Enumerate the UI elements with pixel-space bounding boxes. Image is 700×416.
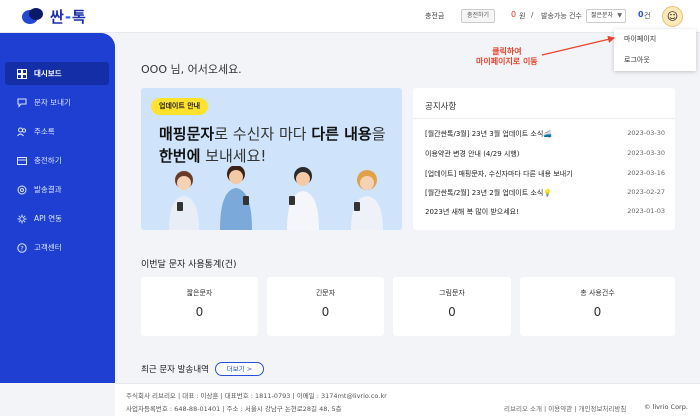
sidebar-item-label: 주소록 bbox=[34, 127, 55, 136]
message-type-value: 짧은문자 bbox=[591, 12, 614, 19]
sidebar-item-label: API 연동 bbox=[34, 214, 63, 223]
menu-item-logout[interactable]: 로그아웃 bbox=[614, 50, 696, 71]
stat-card-label: 짧은문자 bbox=[186, 289, 213, 297]
notice-item-date: 2023-03-30 bbox=[627, 149, 665, 157]
sidebar-item-label: 충전하기 bbox=[34, 156, 62, 165]
balance-unit: 원 bbox=[519, 12, 526, 20]
divider bbox=[413, 118, 675, 119]
stat-card-total: 총 사용건수 0 bbox=[520, 277, 675, 336]
charge-label: 충전금 bbox=[425, 12, 445, 20]
card-icon bbox=[17, 156, 27, 166]
caret-down-icon: ▼ bbox=[617, 12, 622, 19]
separator: / bbox=[531, 11, 534, 19]
more-button[interactable]: 더보기 > bbox=[215, 362, 264, 376]
footer: 주식회사 리브리오 | 대표 : 이상훈 | 대표번호 : 1811-0793 … bbox=[115, 383, 700, 416]
sidebar-item-label: 발송결과 bbox=[34, 185, 62, 194]
help-icon: ? bbox=[17, 242, 27, 253]
logo-dash: - bbox=[64, 8, 73, 26]
logo[interactable]: 싼-톡 bbox=[20, 6, 87, 27]
sidebar-item-send-message[interactable]: 문자 보내기 bbox=[5, 91, 109, 114]
stat-card-label: 총 사용건수 bbox=[580, 289, 615, 297]
sidebar-item-charge[interactable]: 충전하기 bbox=[5, 149, 109, 172]
sendable-label: 발송가능 건수 bbox=[541, 12, 582, 20]
notice-panel: 공지사항 [월간싼톡/3월] 23년 3월 업데이트 소식🚄 2023-03-3… bbox=[413, 88, 675, 230]
banner-people-illustration bbox=[169, 166, 383, 230]
stat-card-value: 0 bbox=[195, 305, 204, 319]
stat-card-mms: 그림문자 0 bbox=[393, 277, 511, 336]
contacts-icon bbox=[17, 127, 27, 137]
footer-copyright: © livrio Corp. bbox=[644, 403, 688, 411]
smiley-icon: ☺ bbox=[666, 10, 679, 23]
sendable-count: 0 bbox=[638, 10, 644, 19]
logo-chat-icon bbox=[20, 7, 46, 27]
sidebar-item-label: 대시보드 bbox=[34, 69, 62, 78]
callout-line2: 마이페이지로 이동 bbox=[476, 57, 538, 66]
callout-line1: 클릭하여 bbox=[492, 47, 522, 56]
banner-headline-text1: 로 수신자 마다 bbox=[214, 125, 312, 143]
logo-text-part2: 톡 bbox=[72, 8, 87, 26]
banner-headline-text3: 보내세요! bbox=[200, 147, 267, 165]
notice-title: 공지사항 bbox=[425, 102, 457, 112]
logo-text-part1: 싼 bbox=[50, 8, 65, 26]
notice-item-title: [업데이트] 매핑문자, 수신자마다 다른 내용 보내기 bbox=[425, 170, 573, 178]
charge-button[interactable]: 충전하기 bbox=[461, 9, 496, 23]
logo-text: 싼-톡 bbox=[50, 6, 87, 27]
footer-company-info: 주식회사 리브리오 | 대표 : 이상훈 | 대표번호 : 1811-0793 … bbox=[126, 392, 387, 400]
recent-history-title: 최근 문자 발송내역 bbox=[141, 365, 209, 375]
stat-card-label: 그림문자 bbox=[439, 289, 465, 297]
notice-item-title: 이용약관 변경 안내 (4/29 시행) bbox=[425, 150, 520, 158]
banner-headline: 매핑문자로 수신자 마다 다른 내용을 한번에 보내세요! bbox=[159, 123, 386, 167]
stat-card-value: 0 bbox=[448, 305, 456, 319]
greeting-text: OOO 님, 어서오세요. bbox=[141, 63, 242, 76]
sidebar-item-send-result[interactable]: 발송결과 bbox=[5, 178, 109, 201]
menu-item-mypage[interactable]: 마이페이지 bbox=[614, 29, 696, 50]
sidebar-item-label: 고객센터 bbox=[34, 243, 62, 252]
user-dropdown-menu: 마이페이지 로그아웃 bbox=[614, 29, 696, 71]
footer-links[interactable]: 리브리오 소개 | 이용약관 | 개인정보처리방침 bbox=[504, 403, 626, 413]
sidebar-item-support[interactable]: ? 고객센터 bbox=[5, 236, 109, 259]
banner-headline-bold1: 매핑문자 bbox=[159, 125, 215, 143]
sidebar-item-contacts[interactable]: 주소록 bbox=[5, 120, 109, 143]
stat-card-value: 0 bbox=[321, 305, 330, 319]
notice-item-date: 2023-01-03 bbox=[627, 207, 665, 215]
notice-item-date: 2023-03-30 bbox=[627, 129, 665, 137]
chat-icon bbox=[17, 98, 27, 108]
notice-item-title: [월간싼톡/2월] 23년 2월 업데이트 소식💡 bbox=[425, 189, 552, 197]
avatar[interactable]: ☺ bbox=[662, 6, 683, 27]
annotation-callout: 클릭하여 마이페이지로 이동 bbox=[476, 47, 538, 67]
stats-title: 이번달 문자 사용통계(건) bbox=[141, 260, 237, 270]
notice-item[interactable]: [월간싼톡/2월] 23년 2월 업데이트 소식💡 2023-02-27 bbox=[425, 188, 665, 198]
sidebar: 대시보드 문자 보내기 주소록 충전하기 발송결과 API 연동 ? 고객센터 bbox=[0, 33, 115, 383]
message-type-select[interactable]: 짧은문자 ▼ bbox=[586, 9, 626, 23]
dashboard-icon bbox=[17, 68, 27, 79]
notice-item-date: 2023-03-16 bbox=[627, 169, 665, 177]
banner-headline-bold3: 한번에 bbox=[159, 147, 201, 165]
sidebar-item-dashboard[interactable]: 대시보드 bbox=[5, 62, 109, 85]
banner-headline-text2: 을 bbox=[371, 125, 386, 143]
notice-item-title: [월간싼톡/3월] 23년 3월 업데이트 소식🚄 bbox=[425, 130, 552, 138]
result-icon bbox=[17, 185, 27, 195]
update-banner[interactable]: 업데이트 안내 매핑문자로 수신자 마다 다른 내용을 한번에 보내세요! bbox=[141, 88, 402, 230]
stat-card-value: 0 bbox=[593, 305, 602, 319]
notice-item-title: 2023년 새해 복 많이 받으세요! bbox=[425, 208, 519, 216]
banner-badge: 업데이트 안내 bbox=[151, 98, 209, 115]
stat-card-label: 긴문자 bbox=[315, 289, 336, 297]
banner-headline-bold2: 다른 내용 bbox=[311, 125, 372, 143]
notice-item[interactable]: [월간싼톡/3월] 23년 3월 업데이트 소식🚄 2023-03-30 bbox=[425, 129, 665, 139]
callout-arrow-icon bbox=[541, 35, 616, 56]
notice-item-date: 2023-02-27 bbox=[627, 188, 665, 196]
notice-item[interactable]: [업데이트] 매핑문자, 수신자마다 다른 내용 보내기 2023-03-16 bbox=[425, 169, 665, 179]
balance-value: 0 bbox=[511, 10, 517, 19]
notice-item[interactable]: 2023년 새해 복 많이 받으세요! 2023-01-03 bbox=[425, 207, 665, 217]
stat-card-lms: 긴문자 0 bbox=[267, 277, 384, 336]
notice-item[interactable]: 이용약관 변경 안내 (4/29 시행) 2023-03-30 bbox=[425, 149, 665, 159]
footer-address-info: 사업자등록번호 : 648-88-01401 | 주소 : 서울시 강남구 논현… bbox=[126, 405, 342, 413]
top-bar: 싼-톡 충전금 충전하기 0 원 / 발송가능 건수 짧은문자 ▼ 0 건 ☺ bbox=[0, 0, 700, 33]
sidebar-item-api[interactable]: API 연동 bbox=[5, 207, 109, 230]
sidebar-item-label: 문자 보내기 bbox=[34, 98, 71, 107]
stat-card-sms: 짧은문자 0 bbox=[141, 277, 258, 336]
api-icon bbox=[17, 214, 27, 224]
svg-text:?: ? bbox=[20, 244, 23, 252]
sendable-unit: 건 bbox=[644, 12, 651, 20]
